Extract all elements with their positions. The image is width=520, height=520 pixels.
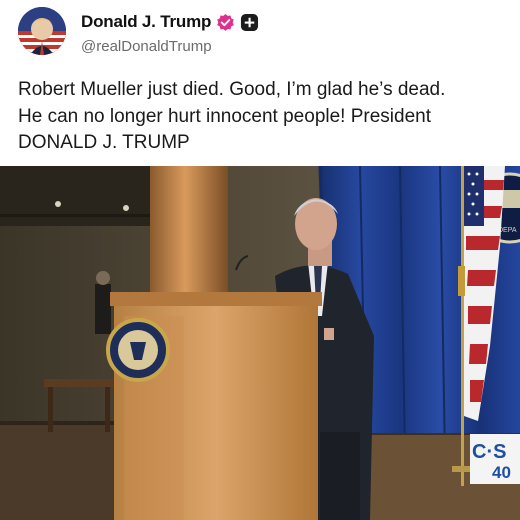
verified-badge-icon	[216, 13, 235, 32]
podium	[106, 292, 322, 520]
channel-logo: C·S 40	[470, 434, 520, 484]
channel-logo-text: C·S	[472, 441, 506, 463]
avatar[interactable]	[18, 7, 66, 55]
post-media-image[interactable]: DEPA C·S 40	[0, 166, 520, 520]
name-row: Donald J. Trump	[81, 12, 259, 32]
add-badge-icon[interactable]	[240, 13, 259, 32]
display-name[interactable]: Donald J. Trump	[81, 12, 211, 32]
user-handle[interactable]: @realDonaldTrump	[81, 38, 212, 55]
channel-number: 40	[492, 463, 511, 482]
post-header: Donald J. Trump @realDonaldTrump	[0, 0, 520, 70]
post-text: Robert Mueller just died. Good, I’m glad…	[18, 79, 446, 153]
